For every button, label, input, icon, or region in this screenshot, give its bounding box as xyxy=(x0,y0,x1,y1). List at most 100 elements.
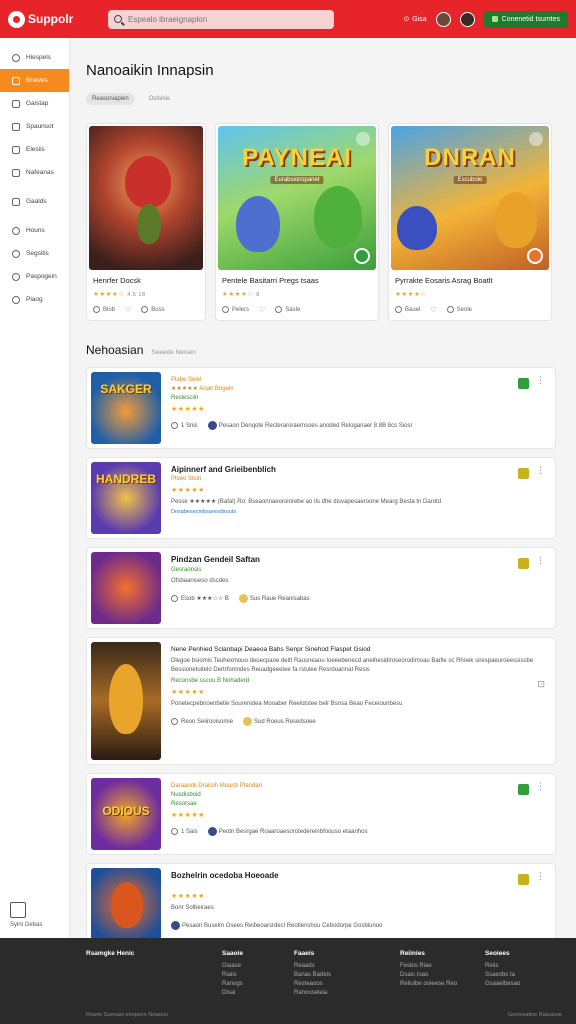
rating-meta: 8 xyxy=(256,292,260,298)
footer-link[interactable]: Resteaoos xyxy=(294,981,331,987)
friends-icon xyxy=(12,226,20,235)
footer-link[interactable]: Fesbis Riae xyxy=(400,963,457,969)
like-action[interactable]: Pelers xyxy=(222,306,250,314)
sidebar-item-settings[interactable]: Segsitis xyxy=(0,242,69,265)
footer-link[interactable]: Ranouseleia xyxy=(294,990,331,996)
avatar[interactable] xyxy=(435,11,451,27)
thumbs-up-icon[interactable]: ♡ xyxy=(259,306,265,314)
sidebar-item-games[interactable]: Gaistap xyxy=(0,92,69,115)
sidebar-item-label: Nafeanas xyxy=(26,169,54,176)
comment-action[interactable]: Sasle xyxy=(275,306,300,314)
like-action[interactable]: Blob xyxy=(93,306,115,314)
game-thumbnail xyxy=(91,868,161,940)
featured-card[interactable]: PAYNEAI Eurabsionspanet Pentele Basitarr… xyxy=(215,123,379,321)
more-options-icon[interactable]: ⋮ xyxy=(536,376,545,386)
list-item[interactable]: ODIOUS Daraandii Drairoh Moardi Ptandan … xyxy=(86,773,556,855)
filter-chip-active[interactable]: Reasoniaplen xyxy=(86,93,135,105)
footer-link[interactable]: Reiloibe ooieese Reo xyxy=(400,981,457,987)
row-genre: Gesraonsis xyxy=(171,567,202,573)
card-title: Pyrrakte Eosaris Asrag Boatlt xyxy=(395,276,493,285)
comment-action[interactable]: Buss xyxy=(141,306,165,314)
sidebar-item-news[interactable]: Nafeanas xyxy=(0,161,69,184)
sidebar-item-friends[interactable]: Houns xyxy=(0,219,69,242)
sidebar-item-label: Hiespels xyxy=(26,54,51,61)
footer-link[interactable]: Ranogs xyxy=(222,981,243,987)
heart-icon[interactable]: ♡ xyxy=(125,306,131,314)
footer-link[interactable]: Disai xyxy=(222,990,243,996)
bookmark-icon[interactable] xyxy=(356,132,370,146)
filter-chip[interactable]: Osfsinis xyxy=(143,93,176,105)
footer-column: Reiinies Fesbis Riae Dsais Ioao Reiloibe… xyxy=(400,950,457,990)
section-subtitle[interactable]: Seeede Neisen xyxy=(151,349,195,356)
list-item[interactable]: Bozhelrin ocedoba Hoeoade ★★★★★ Bonr Sol… xyxy=(86,863,556,945)
avatar-secondary[interactable] xyxy=(459,11,475,27)
comment-action[interactable]: Seole xyxy=(446,306,472,314)
warrior-mascot xyxy=(111,882,143,928)
footer-legal-link[interactable]: Goninsatioe Raiuasoe xyxy=(508,1012,562,1018)
row-info: Pesaon Denqote Recteraroraemsoes anoded … xyxy=(207,421,412,430)
coin-icon xyxy=(243,717,253,726)
row-tags[interactable]: Dnsabesecmbsaresdirouts xyxy=(171,509,543,515)
verified-badge-icon xyxy=(354,248,370,264)
list-item[interactable]: Pindzan Gendeil Saftan Gesraonsis Ofsbaa… xyxy=(86,547,556,629)
game-thumbnail: HANDREB xyxy=(91,462,161,534)
footer-link[interactable]: Banas Badeis xyxy=(294,972,331,978)
publisher-icon xyxy=(207,827,217,836)
footer-link[interactable]: Riaiis xyxy=(222,972,243,978)
like-icon xyxy=(93,306,100,314)
like-count: Pelers xyxy=(232,307,250,314)
sidebar-item-store[interactable]: Spaunsot xyxy=(0,115,69,138)
top-link[interactable]: ⊙ Gisa xyxy=(403,15,426,24)
more-options-icon[interactable]: ⋮ xyxy=(536,556,545,566)
game-cover-image: DNRAN Escubole xyxy=(391,126,549,270)
cta-icon xyxy=(491,16,498,22)
more-options-icon[interactable]: ⋮ xyxy=(536,782,545,792)
like-action[interactable]: Bauel xyxy=(395,306,420,314)
footer-heading: Faaeis xyxy=(294,950,315,957)
sidebar-item-label: Paspogein xyxy=(26,273,57,280)
search-input[interactable] xyxy=(128,14,328,24)
group-icon xyxy=(12,197,20,206)
sidebar-item-profile[interactable]: Piaog xyxy=(0,288,69,311)
rating-stars: ★★★★☆ 8 xyxy=(222,290,372,298)
search-bar[interactable] xyxy=(108,9,334,29)
cta-label: Conenetid tsumtes xyxy=(501,15,560,23)
row-info: Peotn Besrgae Roaaroaesorotedereinbfoous… xyxy=(207,827,367,836)
library-icon xyxy=(12,145,20,154)
list-item[interactable]: SAKGER Plabe Seiel ★★★★★ Aoan Bngein Res… xyxy=(86,367,556,449)
sidebar-item-groups[interactable]: Gaalds xyxy=(0,190,69,213)
logo[interactable]: Suppolr xyxy=(8,10,108,28)
sidebar-item-browse[interactable]: Brawes xyxy=(0,69,69,92)
row-title: Plabe Seiel xyxy=(171,377,202,383)
cta-button[interactable]: Conenetid tsumtes xyxy=(483,10,568,28)
footer-link[interactable]: Gsaaeibesao xyxy=(485,981,520,987)
row-genre: Reconsbe sscou B Nohaderd xyxy=(171,678,250,684)
card-title: Henrfer Docsk xyxy=(93,276,141,285)
featured-card[interactable]: Henrfer Docsk ★★★★☆ 4.5 18 Blob ♡ Buss xyxy=(86,123,206,321)
list-item[interactable]: Nene Penhied Sclanbapi Deaeoa Bahs Senpr… xyxy=(86,637,556,765)
featured-card[interactable]: DNRAN Escubole Pyrrakte Eosaris Asrag Bo… xyxy=(388,123,552,321)
sidebar: Hiespels Brawes Gaistap Spaunsot Elesiis… xyxy=(0,38,70,938)
expand-icon[interactable]: ⊡ xyxy=(537,680,545,690)
sidebar-bottom[interactable]: Syini Gebas xyxy=(10,902,42,928)
footer-link[interactable]: Ssaeobs ta xyxy=(485,972,520,978)
footer-link[interactable]: Reaads xyxy=(294,963,331,969)
sidebar-item-library[interactable]: Elesiis xyxy=(0,138,69,161)
sidebar-item-home[interactable]: Hiespels xyxy=(0,46,69,69)
dragon-mascot xyxy=(125,156,171,208)
sidebar-item-label: Segsitis xyxy=(26,250,49,257)
search-icon xyxy=(114,15,122,23)
sidebar-item-label: Piaog xyxy=(26,296,43,303)
bookmark-icon[interactable] xyxy=(529,132,543,146)
list-item[interactable]: HANDREB Aipinnerf and Grieibenblich Ptse… xyxy=(86,457,556,539)
footer-link[interactable]: Giaase xyxy=(222,963,243,969)
comment-icon xyxy=(141,306,149,314)
thumbs-up-icon[interactable]: ♡ xyxy=(430,306,436,314)
footer-link[interactable]: Dsais Ioao xyxy=(400,972,457,978)
more-options-icon[interactable]: ⋮ xyxy=(536,872,545,882)
players-label: 1 Snis xyxy=(181,423,198,430)
footer-link[interactable]: Reiis xyxy=(485,963,520,969)
more-options-icon[interactable]: ⋮ xyxy=(536,466,545,476)
row-title: Bozhelrin ocedoba Hoeoade xyxy=(171,871,279,880)
sidebar-item-help[interactable]: Paspogein xyxy=(0,265,69,288)
